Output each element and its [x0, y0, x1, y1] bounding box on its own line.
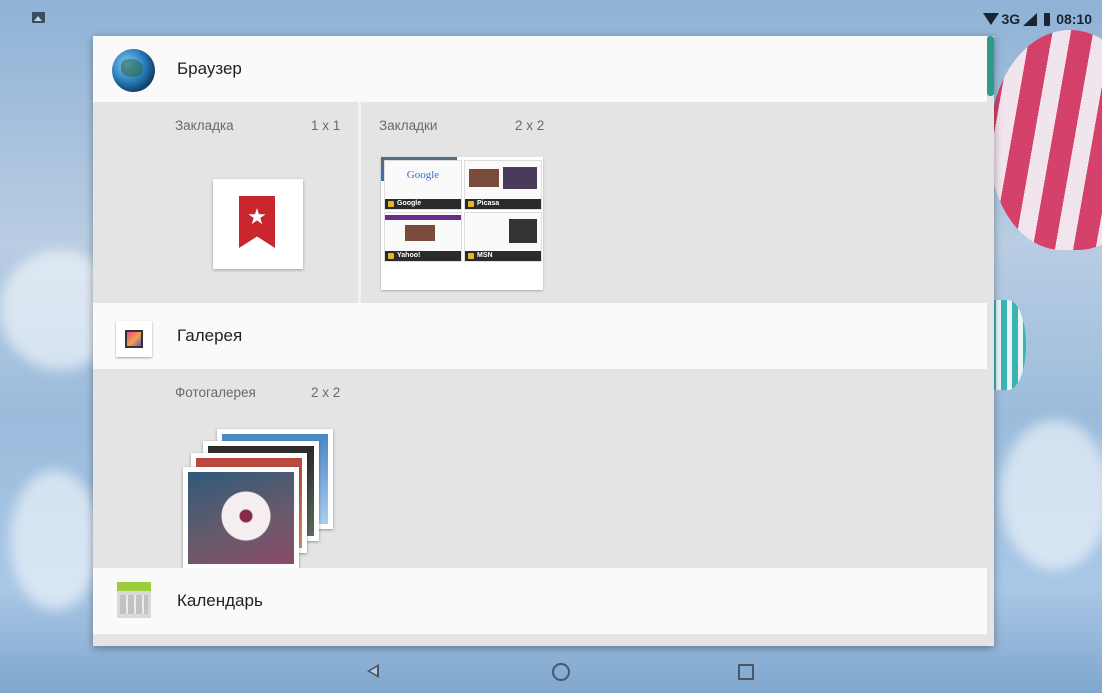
widget-label: Закладки: [379, 118, 438, 133]
app-header-calendar: Календарь: [93, 568, 987, 634]
app-header-gallery: Галерея: [93, 303, 987, 369]
recents-button[interactable]: [738, 664, 754, 680]
widget-row-browser: Закладка 1 x 1 ★ Закладки 2 x 2 Google G…: [93, 102, 987, 303]
widget-photo-gallery[interactable]: Фотогалерея 2 x 2: [93, 369, 358, 569]
star-icon: ★: [247, 204, 267, 229]
app-name: Браузер: [177, 59, 242, 78]
bookmark-thumbnail: Picasa: [464, 160, 542, 210]
thumbnail-image: [405, 225, 435, 241]
bookmark-thumbnail: Google Google: [384, 160, 462, 210]
app-header-browser: Браузер: [93, 36, 987, 102]
thumbnail-title: MSN: [465, 251, 541, 261]
thumbnail-image: [503, 167, 537, 189]
gallery-icon: [116, 321, 152, 357]
bookmarks-widget-preview: Google Google Picasa Yahoo! MSN: [381, 157, 543, 290]
app-name: Календарь: [177, 591, 263, 610]
hot-air-balloon: [990, 300, 1026, 390]
thumbnail-image: [469, 169, 499, 187]
photo-image: [188, 472, 294, 564]
cloud: [1000, 420, 1102, 570]
thumbnail-header: [385, 215, 461, 220]
network-type: 3G: [1001, 11, 1021, 27]
scrollbar[interactable]: [987, 36, 994, 96]
screenshot-notification-icon: [32, 12, 45, 23]
home-button[interactable]: [552, 663, 570, 681]
clock: 08:10: [1056, 11, 1092, 27]
wifi-icon: [982, 13, 999, 25]
widget-row-gallery: Фотогалерея 2 x 2: [93, 369, 987, 569]
thumbnail-title: Yahoo!: [385, 251, 461, 261]
widget-label: Закладка: [175, 118, 234, 133]
thumbnail-title: Picasa: [465, 199, 541, 209]
calendar-icon: [117, 582, 151, 618]
navigation-bar: [0, 650, 1102, 693]
widget-bookmarks[interactable]: Закладки 2 x 2 Google Google Picasa Yaho…: [361, 102, 987, 303]
widget-size: 2 x 2: [311, 385, 341, 400]
globe-icon: [112, 49, 155, 92]
cell-signal-icon: [1023, 12, 1038, 26]
widget-size: 1 x 1: [311, 118, 341, 133]
thumbnail-title: Google: [385, 199, 461, 209]
app-name: Галерея: [177, 326, 243, 345]
widget-label: Фотогалерея: [175, 385, 256, 400]
status-icons: 3G 08:10: [982, 10, 1092, 28]
bookmark-widget-preview: ★: [213, 179, 303, 269]
flower-image: [218, 488, 274, 544]
widget-picker[interactable]: Браузер Закладка 1 x 1 ★ Закладки 2 x 2 …: [93, 36, 994, 646]
widget-bookmark[interactable]: Закладка 1 x 1 ★: [93, 102, 358, 303]
hot-air-balloon: [990, 30, 1102, 250]
bookmark-icon: ★: [239, 196, 275, 248]
battery-icon: [1044, 12, 1051, 26]
photo-card: [183, 467, 299, 569]
thumbnail-image: [509, 219, 537, 243]
status-bar: 3G 08:10: [0, 0, 1102, 30]
back-button[interactable]: [367, 664, 379, 678]
thumbnail-heading: Google: [406, 169, 440, 181]
bookmark-thumbnail: MSN: [464, 212, 542, 262]
widget-size: 2 x 2: [515, 118, 545, 133]
cloud: [10, 470, 100, 610]
bookmark-thumbnail: Yahoo!: [384, 212, 462, 262]
